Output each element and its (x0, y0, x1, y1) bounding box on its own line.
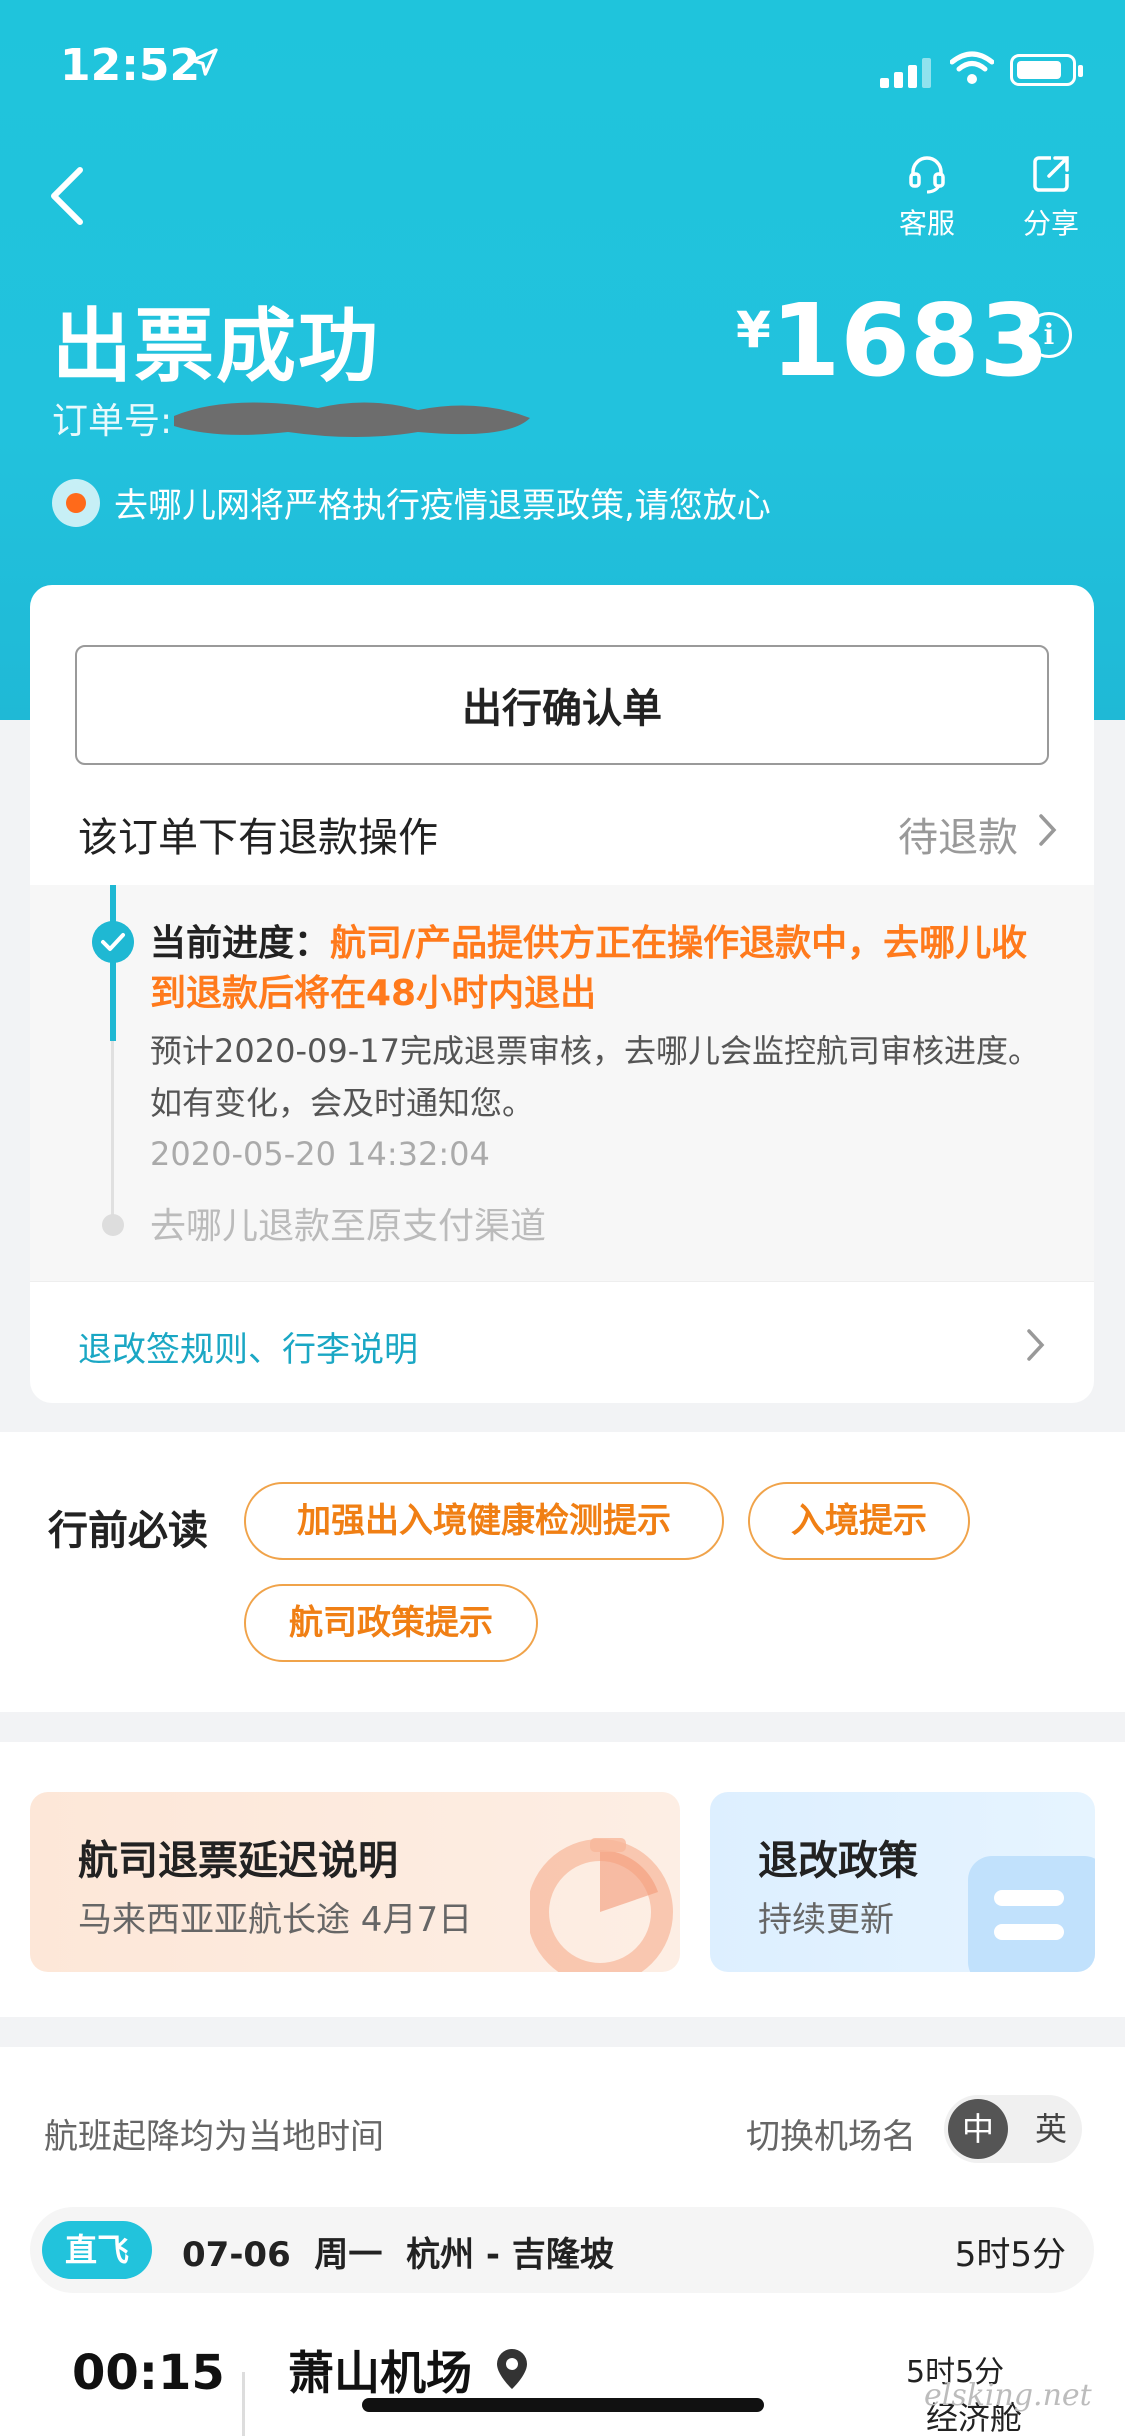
back-chevron-icon[interactable] (40, 160, 100, 230)
airline-policy-tip-button[interactable]: 航司政策提示 (244, 1584, 538, 1662)
promo-section: 航司退票延迟说明 马来西亚亚航长途 4月7日 退改政策 持续更新 (0, 1742, 1125, 2017)
departure-airport: 萧山机场 (288, 2346, 472, 2400)
location-arrow-icon (190, 48, 218, 76)
local-time-note: 航班起降均为当地时间 (44, 2117, 384, 2157)
customer-service-button[interactable]: 客服 (882, 152, 972, 242)
headset-icon (909, 156, 945, 194)
direct-flight-tag: 直飞 (42, 2221, 152, 2279)
redacted-order-number (174, 402, 530, 437)
order-status-card: 出行确认单 该订单下有退款操作 待退款 当前进度：航司/产品提供方正在操作退款中… (30, 585, 1094, 1403)
page-title: 出票成功 (52, 300, 380, 393)
refund-delay-promo-card[interactable]: 航司退票延迟说明 马来西亚亚航长途 4月7日 (30, 1792, 680, 1972)
switch-airport-name-label: 切换机场名 (746, 2117, 916, 2157)
price-value: 1683 (770, 282, 1050, 399)
airport-language-toggle[interactable]: 中 英 (944, 2095, 1082, 2163)
refund-operation-row[interactable]: 该订单下有退款操作 待退款 (78, 795, 1058, 865)
policy-promo-card[interactable]: 退改政策 持续更新 (710, 1792, 1095, 1972)
notice-dot-icon (52, 478, 100, 527)
health-check-tip-button[interactable]: 加强出入境健康检测提示 (244, 1482, 724, 1560)
timeline-pending-line (111, 1041, 114, 1223)
flight-timeline-line (242, 2372, 245, 2436)
chevron-right-icon (1027, 1329, 1045, 1361)
travel-confirmation-button[interactable]: 出行确认单 (75, 645, 1049, 765)
currency-symbol: ¥ (736, 301, 771, 359)
notice-text: 去哪儿网将严格执行疫情退票政策,请您放心 (114, 486, 771, 526)
promo-subtitle: 持续更新 (758, 1900, 894, 1940)
status-bar: 12:52 (0, 0, 1125, 130)
flight-total-duration: 5时5分 (954, 2235, 1066, 2275)
share-button[interactable]: 分享 (1006, 152, 1096, 242)
current-progress: 当前进度：航司/产品提供方正在操作退款中，去哪儿收到退款后将在48小时内退出 (150, 919, 1060, 1019)
refund-status: 待退款 (898, 815, 1018, 861)
chevron-right-icon (1039, 814, 1057, 846)
refund-progress-timeline: 当前进度：航司/产品提供方正在操作退款中，去哪儿收到退款后将在48小时内退出 预… (30, 885, 1094, 1281)
total-price: ¥1683 (736, 282, 1049, 399)
flight-summary-bar: 直飞 07-06 周一 杭州 - 吉隆坡 5时5分 (30, 2207, 1094, 2293)
toggle-chinese[interactable]: 中 (948, 2099, 1008, 2159)
must-read-label: 行前必读 (48, 1508, 208, 1554)
price-info-icon[interactable]: i (1026, 312, 1072, 358)
promo-subtitle: 马来西亚亚航长途 4月7日 (78, 1900, 473, 1940)
timeline-active-line (110, 885, 116, 1041)
share-icon (1033, 156, 1069, 192)
wifi-icon (950, 51, 994, 84)
rules-link[interactable]: 退改签规则、行李说明 (78, 1322, 418, 1371)
pending-step-dot (102, 1214, 124, 1236)
order-number-label: 订单号: (52, 401, 173, 442)
entry-tip-button[interactable]: 入境提示 (748, 1482, 970, 1560)
check-circle-icon (92, 921, 134, 963)
home-indicator[interactable] (362, 2398, 764, 2412)
progress-key: 当前进度： (150, 923, 331, 964)
rules-link-row[interactable]: 退改签规则、行李说明 (30, 1281, 1094, 1403)
refund-label: 该订单下有退款操作 (78, 815, 438, 861)
watermark: elsking.net (924, 2378, 1092, 2413)
cellular-signal-icon (880, 58, 931, 88)
status-time: 12:52 (60, 40, 201, 91)
battery-icon (1010, 54, 1083, 86)
service-label: 客服 (898, 207, 955, 240)
flight-route-info: 07-06 周一 杭州 - 吉隆坡 (182, 2235, 614, 2275)
must-read-section: 行前必读 加强出入境健康检测提示 入境提示 航司政策提示 (0, 1432, 1125, 1712)
next-step: 去哪儿退款至原支付渠道 (150, 1206, 547, 1247)
departure-time: 00:15 (72, 2345, 225, 2401)
toggle-english[interactable]: 英 (1026, 2099, 1076, 2159)
timer-icon (530, 1838, 673, 1972)
promo-title: 退改政策 (758, 1838, 918, 1884)
promo-title: 航司退票延迟说明 (78, 1838, 398, 1884)
document-icon (968, 1856, 1095, 1972)
progress-timestamp: 2020-05-20 14:32:04 (150, 1135, 490, 1173)
map-pin-icon[interactable] (494, 2347, 530, 2391)
epidemic-notice: 去哪儿网将严格执行疫情退票政策,请您放心 (52, 478, 771, 527)
progress-description: 预计2020-09-17完成退票审核，去哪儿会监控航司审核进度。如有变化，会及时… (150, 1032, 1040, 1122)
share-label: 分享 (1022, 207, 1079, 240)
